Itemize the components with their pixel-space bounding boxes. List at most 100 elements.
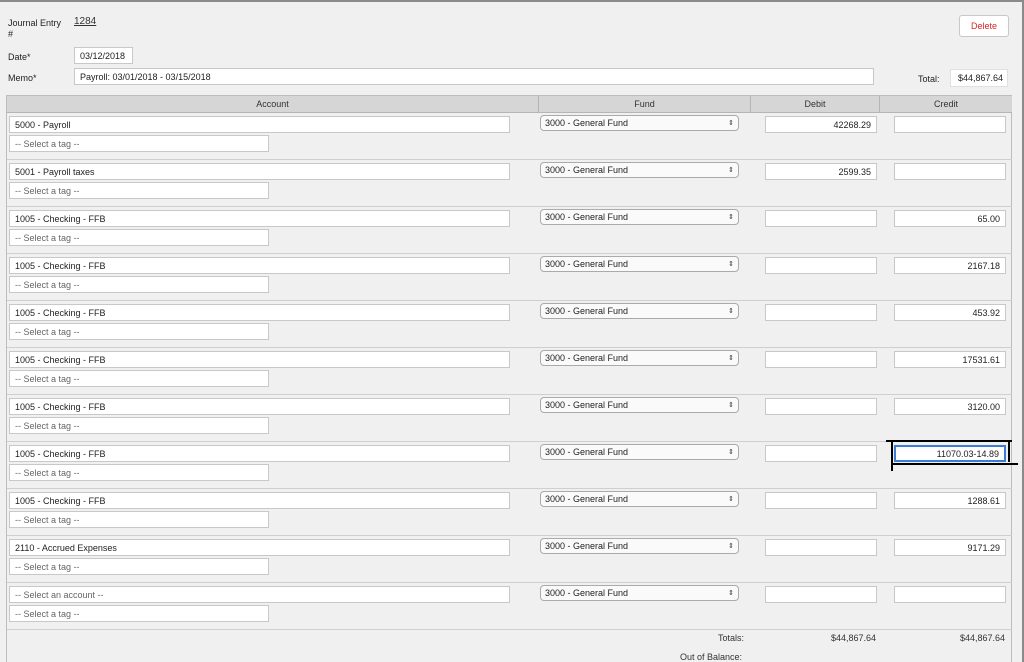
fund-select[interactable]: 3000 - General Fund ⇕ (540, 397, 739, 413)
account-field[interactable]: 5000 - Payroll (9, 116, 510, 133)
up-down-chevron-icon: ⇕ (728, 401, 734, 409)
up-down-chevron-icon: ⇕ (728, 119, 734, 127)
credit-field[interactable]: 17531.61 (894, 351, 1006, 368)
table-row: 5000 - Payroll -- Select a tag -- 3000 - G… (7, 113, 1012, 160)
debit-field[interactable] (765, 445, 877, 462)
debit-field[interactable] (765, 257, 877, 274)
table-row: -- Select an account -- -- Select a tag -… (7, 583, 1012, 630)
account-field[interactable]: 1005 - Checking - FFB (9, 492, 510, 509)
debit-field[interactable] (765, 398, 877, 415)
memo-label: Memo* (8, 73, 37, 83)
tag-select[interactable]: -- Select a tag -- (9, 511, 269, 528)
tag-select[interactable]: -- Select a tag -- (9, 323, 269, 340)
fund-select-value: 3000 - General Fund (545, 494, 629, 504)
memo-field[interactable]: Payroll: 03/01/2018 - 03/15/2018 (74, 68, 874, 85)
tag-select[interactable]: -- Select a tag -- (9, 370, 269, 387)
tag-select[interactable]: -- Select a tag -- (9, 464, 269, 481)
account-field[interactable]: 2110 - Accrued Expenses (9, 539, 510, 556)
up-down-chevron-icon: ⇕ (728, 166, 734, 174)
fund-select[interactable]: 3000 - General Fund ⇕ (540, 209, 739, 225)
tag-select[interactable]: -- Select a tag -- (9, 229, 269, 246)
account-field[interactable]: 1005 - Checking - FFB (9, 210, 510, 227)
up-down-chevron-icon: ⇕ (728, 260, 734, 268)
fund-select[interactable]: 3000 - General Fund ⇕ (540, 491, 739, 507)
column-header-fund: Fund (539, 96, 751, 113)
table-row: 1005 - Checking - FFB -- Select a tag -- 3… (7, 442, 1012, 489)
debit-field[interactable] (765, 304, 877, 321)
fund-select[interactable]: 3000 - General Fund ⇕ (540, 350, 739, 366)
tag-select[interactable]: -- Select a tag -- (9, 558, 269, 575)
tag-select[interactable]: -- Select a tag -- (9, 182, 269, 199)
annotation-mark-top (886, 440, 1012, 442)
credit-total: $44,867.64 (960, 633, 1006, 643)
debit-field[interactable] (765, 539, 877, 556)
credit-field[interactable] (894, 586, 1006, 603)
debit-field[interactable] (765, 351, 877, 368)
annotation-mark-left (891, 440, 893, 471)
delete-button[interactable]: Delete (959, 15, 1009, 37)
account-field[interactable]: 5001 - Payroll taxes (9, 163, 510, 180)
credit-field[interactable]: 9171.29 (894, 539, 1006, 556)
totals-label: Totals: (718, 633, 745, 643)
credit-field[interactable] (894, 116, 1006, 133)
fund-select[interactable]: 3000 - General Fund ⇕ (540, 585, 739, 601)
fund-select[interactable]: 3000 - General Fund ⇕ (540, 115, 739, 131)
debit-total: $44,867.64 (831, 633, 877, 643)
debit-field[interactable] (765, 492, 877, 509)
credit-field-active[interactable]: 11070.03-14.89 (894, 445, 1006, 462)
up-down-chevron-icon: ⇕ (728, 448, 734, 456)
fund-select[interactable]: 3000 - General Fund ⇕ (540, 303, 739, 319)
account-field[interactable]: 1005 - Checking - FFB (9, 445, 510, 462)
up-down-chevron-icon: ⇕ (728, 307, 734, 315)
table-row: 1005 - Checking - FFB -- Select a tag -- 3… (7, 348, 1012, 395)
fund-select[interactable]: 3000 - General Fund ⇕ (540, 444, 739, 460)
total-value: $44,867.64 (950, 69, 1008, 87)
credit-field[interactable]: 65.00 (894, 210, 1006, 227)
account-field[interactable]: -- Select an account -- (9, 586, 510, 603)
fund-select-value: 3000 - General Fund (545, 588, 629, 598)
fund-select-value: 3000 - General Fund (545, 212, 629, 222)
debit-field[interactable]: 2599.35 (765, 163, 877, 180)
credit-field[interactable]: 3120.00 (894, 398, 1006, 415)
debit-field[interactable]: 42268.29 (765, 116, 877, 133)
journal-entry-number[interactable]: 1284 (74, 16, 96, 27)
table-row: 1005 - Checking - FFB -- Select a tag -- 3… (7, 254, 1012, 301)
fund-select-value: 3000 - General Fund (545, 118, 629, 128)
credit-field[interactable] (894, 163, 1006, 180)
credit-field[interactable]: 1288.61 (894, 492, 1006, 509)
up-down-chevron-icon: ⇕ (728, 213, 734, 221)
date-label: Date* (8, 52, 31, 62)
table-row: 2110 - Accrued Expenses -- Select a tag -… (7, 536, 1012, 583)
up-down-chevron-icon: ⇕ (728, 495, 734, 503)
out-of-balance-label: Out of Balance: (680, 652, 743, 662)
fund-select-value: 3000 - General Fund (545, 165, 629, 175)
fund-select[interactable]: 3000 - General Fund ⇕ (540, 256, 739, 272)
total-label: Total: (918, 74, 940, 84)
account-field[interactable]: 1005 - Checking - FFB (9, 398, 510, 415)
up-down-chevron-icon: ⇕ (728, 589, 734, 597)
table-row: 5001 - Payroll taxes -- Select a tag -- 30… (7, 160, 1012, 207)
debit-field[interactable] (765, 210, 877, 227)
fund-select[interactable]: 3000 - General Fund ⇕ (540, 538, 739, 554)
table-row: 1005 - Checking - FFB -- Select a tag -- 3… (7, 489, 1012, 536)
fund-select-value: 3000 - General Fund (545, 259, 629, 269)
totals-separator (538, 629, 1008, 630)
tag-select[interactable]: -- Select a tag -- (9, 417, 269, 434)
column-header-account: Account (7, 96, 539, 113)
fund-select-value: 3000 - General Fund (545, 400, 629, 410)
account-field[interactable]: 1005 - Checking - FFB (9, 304, 510, 321)
credit-field[interactable]: 453.92 (894, 304, 1006, 321)
tag-select[interactable]: -- Select a tag -- (9, 135, 269, 152)
tag-select[interactable]: -- Select a tag -- (9, 276, 269, 293)
table-row: 1005 - Checking - FFB -- Select a tag -- 3… (7, 395, 1012, 442)
credit-field[interactable]: 2167.18 (894, 257, 1006, 274)
journal-lines-table: Account Fund Debit Credit 5000 - Payroll… (6, 95, 1012, 662)
table-row: 1005 - Checking - FFB -- Select a tag -- 3… (7, 207, 1012, 254)
account-field[interactable]: 1005 - Checking - FFB (9, 257, 510, 274)
account-field[interactable]: 1005 - Checking - FFB (9, 351, 510, 368)
fund-select[interactable]: 3000 - General Fund ⇕ (540, 162, 739, 178)
debit-field[interactable] (765, 586, 877, 603)
date-field[interactable]: 03/12/2018 (74, 47, 133, 64)
annotation-mark-bottom (893, 463, 1018, 465)
tag-select[interactable]: -- Select a tag -- (9, 605, 269, 622)
